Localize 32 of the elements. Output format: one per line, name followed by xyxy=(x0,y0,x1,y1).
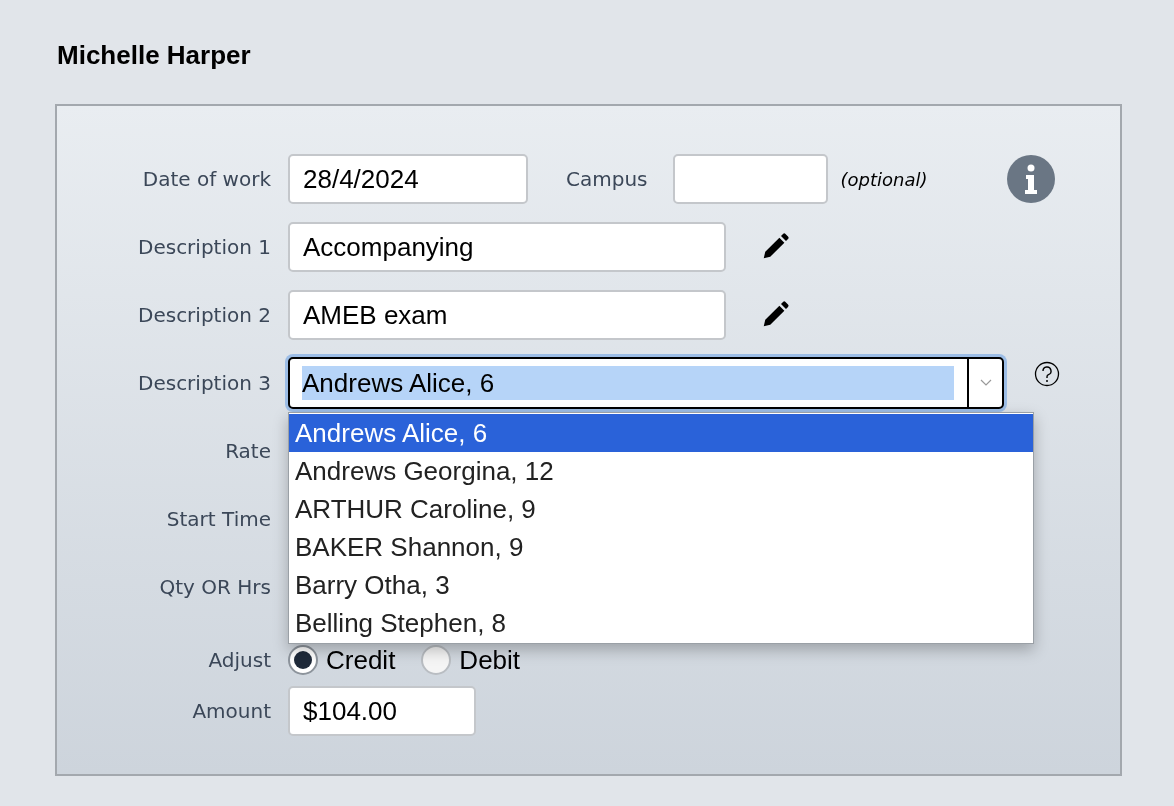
selected-text: Andrews Alice, 6 xyxy=(302,366,954,400)
dropdown-option[interactable]: BAKER Shannon, 9 xyxy=(289,528,1033,566)
input-field[interactable]: $104.00 xyxy=(288,686,476,736)
dropdown-option[interactable]: Barry Otha, 3 xyxy=(289,566,1033,604)
input-field[interactable]: Accompanying xyxy=(288,222,726,272)
dropdown-option[interactable]: ARTHUR Caroline, 9 xyxy=(289,490,1033,528)
info-icon[interactable] xyxy=(1006,155,1055,203)
field-label: Amount xyxy=(192,698,271,725)
field-label: Start Time xyxy=(166,506,271,533)
dropdown-option[interactable]: Andrews Georgina, 12 xyxy=(289,452,1033,490)
dropdown-option[interactable]: Belling Stephen, 8 xyxy=(289,604,1033,642)
field-label: Adjust xyxy=(208,647,271,674)
field-label: Description 1 xyxy=(138,234,271,261)
help-icon[interactable] xyxy=(1034,361,1060,387)
input-field[interactable] xyxy=(672,154,828,204)
optional-note: (optional) xyxy=(840,167,928,192)
field-label: Description 2 xyxy=(138,302,271,329)
radio-label: Debit xyxy=(459,643,521,677)
field-label: Qty OR Hrs xyxy=(159,574,271,601)
input-field[interactable]: 28/4/2024 xyxy=(288,154,528,204)
radio-button[interactable] xyxy=(421,645,452,675)
input-field[interactable]: AMEB exam xyxy=(288,290,726,340)
page-title: Michelle Harper xyxy=(57,39,251,72)
field-label: Date of work xyxy=(142,166,271,193)
dropdown-option[interactable]: Andrews Alice, 6 xyxy=(289,414,1033,452)
radio-button[interactable] xyxy=(288,645,318,675)
field-label: Campus xyxy=(566,166,648,193)
field-label: Rate xyxy=(225,438,271,465)
radio-label: Credit xyxy=(326,643,396,677)
field-label: Description 3 xyxy=(138,370,271,397)
dropdown-field[interactable]: Andrews Alice, 6 xyxy=(288,357,1004,409)
chevron-down-icon xyxy=(979,379,992,387)
